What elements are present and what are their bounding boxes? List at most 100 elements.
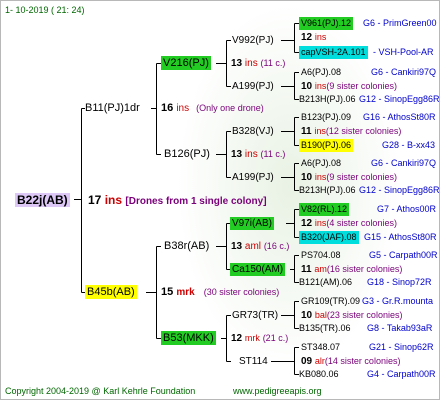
g4-6-bottom-info: G8 - Takab93aR bbox=[367, 323, 433, 333]
g4-6-note: (23 sister colonies) bbox=[326, 310, 403, 320]
g4-4-note: (4 sister colonies) bbox=[326, 218, 397, 228]
root-queen-ins: 17 ins [Drones from 1 single colony] bbox=[88, 193, 267, 209]
g4-7-num: 09 bbox=[301, 356, 313, 367]
g4-4-unit: ins bbox=[314, 218, 327, 228]
g4-0-bottom-info: - VSH-Pool-AR bbox=[373, 47, 434, 57]
g4-2-note: (12 sister colonies) bbox=[325, 126, 402, 136]
g2-d-name: B53(MKK) bbox=[161, 331, 216, 345]
sire-unit: ins bbox=[176, 103, 190, 114]
g4-4-top-info: G7 - Athos00R bbox=[377, 204, 437, 214]
g2-c-unit: aml bbox=[244, 241, 262, 252]
g4-5-bottom-info: G18 - Sinop72R bbox=[367, 277, 432, 287]
g2-c-name: B38r(AB) bbox=[164, 240, 210, 252]
g2-a-name: V216(PJ) bbox=[161, 56, 211, 70]
g2-b-unit: ins bbox=[244, 149, 258, 160]
g4-1-top-info: G6 - Cankiri97Q bbox=[371, 67, 437, 77]
g4-0-top-name: V961(PJ).12 bbox=[299, 17, 354, 30]
g4-5-top-name: PS704.08 bbox=[301, 250, 341, 260]
website-link[interactable]: www.pedigreeapis.org bbox=[233, 385, 322, 398]
g4-0-bottom-name: capVSH-2A.101 bbox=[299, 46, 368, 59]
copyright-text: Copyright 2004-2019 @ Karl Kehrle Founda… bbox=[5, 386, 196, 396]
g4-1-note: (9 sister colonies) bbox=[326, 81, 397, 91]
g2-b-note: (11 c.) bbox=[260, 149, 286, 159]
g4-3-ins: 10 ins(9 sister colonies) bbox=[301, 171, 397, 184]
sire-note: (Only one drone) bbox=[196, 103, 264, 113]
g2-c-num: 13 bbox=[231, 241, 243, 252]
g4-1-bottom-name: B213H(PJ).06 bbox=[299, 94, 356, 104]
dam-ins: 15 mrk (30 sister colonies) bbox=[161, 286, 279, 299]
g4-3-bottom-name: B213H(PJ).06 bbox=[299, 185, 356, 195]
dam-name: B45b(AB) bbox=[85, 285, 137, 299]
g3-b2-name: A199(PJ) bbox=[232, 172, 274, 183]
g2-a-ins: 13 ins (11 c.) bbox=[231, 57, 285, 70]
root-num: 17 bbox=[88, 193, 102, 207]
g4-2-bottom-info: G28 - B-xx43 bbox=[382, 140, 436, 150]
g4-6-num: 10 bbox=[301, 310, 313, 321]
g4-1-unit: ins bbox=[314, 81, 327, 91]
g2-a-note: (11 c.) bbox=[260, 58, 286, 68]
g2-d-unit: mrk bbox=[244, 333, 260, 343]
g2-d-note: (21 c.) bbox=[262, 333, 289, 343]
g4-7-bottom-info: G4 - Carpath00R bbox=[367, 369, 436, 379]
g3-c2-name: Ca150(AM) bbox=[230, 263, 286, 276]
g4-0-num: 12 bbox=[301, 32, 313, 43]
dam-num: 15 bbox=[161, 286, 174, 298]
dam-note: (30 sister colonies) bbox=[203, 287, 280, 297]
g4-3-top-info: G6 - Cankiri97Q bbox=[371, 158, 437, 168]
pedigree-chart: 1- 10-2019 ( 21: 24) Copyright 2004-2019… bbox=[0, 0, 440, 400]
g4-3-note: (9 sister colonies) bbox=[326, 172, 397, 182]
g3-d1-name: GR73(TR) bbox=[232, 310, 279, 321]
g2-d-num: 12 bbox=[231, 333, 243, 344]
root-unit: ins bbox=[104, 193, 123, 207]
g4-2-bottom-name: B190(PJ).06 bbox=[299, 139, 354, 152]
g3-b1-name: B328(VJ) bbox=[232, 126, 274, 137]
g4-3-num: 10 bbox=[301, 172, 313, 183]
g4-5-top-info: G5 - Carpath00R bbox=[369, 250, 438, 260]
g4-6-bottom-name: B135(TR).06 bbox=[299, 323, 351, 333]
g4-1-top-name: A6(PJ).08 bbox=[301, 67, 342, 77]
g2-b-num: 13 bbox=[231, 149, 243, 160]
g4-6-ins: 10 bal(23 sister colonies) bbox=[301, 309, 402, 322]
g2-b-name: B126(PJ) bbox=[164, 148, 210, 160]
root-note: [Drones from 1 single colony] bbox=[125, 196, 267, 207]
g4-6-top-name: GR109(TR).09 bbox=[301, 296, 361, 306]
g4-0-unit: ins bbox=[314, 32, 327, 42]
g4-7-top-info: G21 - Sinop62R bbox=[369, 342, 434, 352]
root-queen-name: B22j(AB) bbox=[15, 193, 70, 207]
g4-2-ins: 11 ins(12 sister colonies) bbox=[301, 125, 401, 138]
g2-a-unit: ins bbox=[244, 58, 258, 69]
g3-a2-name: A199(PJ) bbox=[232, 81, 274, 92]
g3-c1-name: V97i(AB) bbox=[230, 217, 275, 230]
g4-2-top-name: B123(PJ).09 bbox=[301, 112, 352, 122]
g4-7-note: (14 sister colonies) bbox=[324, 356, 401, 366]
g4-5-ins: 11 am(16 sister colonies) bbox=[301, 263, 402, 276]
g4-1-ins: 10 ins(9 sister colonies) bbox=[301, 80, 397, 93]
g4-7-ins: 09 alr(14 sister colonies) bbox=[301, 355, 400, 368]
g4-6-unit: bal bbox=[314, 310, 327, 320]
g4-4-num: 12 bbox=[301, 218, 313, 229]
g2-c-ins: 13 aml (16 c.) bbox=[231, 240, 289, 253]
print-date: 1- 10-2019 ( 21: 24) bbox=[5, 5, 85, 15]
g4-5-num: 11 bbox=[301, 264, 312, 275]
sire-num: 16 bbox=[161, 102, 174, 114]
g2-d-ins: 12 mrk (21 c.) bbox=[231, 332, 288, 345]
dam-unit: mrk bbox=[176, 287, 195, 298]
g4-5-bottom-name: B121(AM).06 bbox=[299, 277, 353, 287]
g4-1-bottom-info: G12 - SinopEgg86R bbox=[359, 94, 440, 104]
g4-5-unit: am bbox=[314, 264, 327, 274]
sire-ins: 16 ins (Only one drone) bbox=[161, 102, 264, 115]
g4-2-unit: ins bbox=[314, 126, 326, 136]
g4-4-top-name: V82(RL).12 bbox=[299, 203, 350, 216]
g4-4-ins: 12 ins(4 sister colonies) bbox=[301, 217, 397, 230]
sire-name: B11(PJ)1dr bbox=[85, 102, 140, 114]
g4-3-bottom-info: G12 - SinopEgg86R bbox=[359, 185, 440, 195]
g4-6-top-info: G3 - Gr.R.mounta bbox=[362, 296, 434, 306]
g2-c-note: (16 c.) bbox=[263, 241, 290, 251]
g4-1-num: 10 bbox=[301, 81, 313, 92]
g4-0-ins: 12 ins bbox=[301, 31, 326, 44]
g4-2-num: 11 bbox=[301, 126, 312, 137]
g4-5-note: (16 sister colonies) bbox=[326, 264, 403, 274]
g3-a1-name: V992(PJ) bbox=[232, 35, 274, 46]
g2-b-ins: 13 ins (11 c.) bbox=[231, 148, 285, 161]
g4-4-bottom-info: G15 - AthosSt80R bbox=[364, 232, 437, 242]
